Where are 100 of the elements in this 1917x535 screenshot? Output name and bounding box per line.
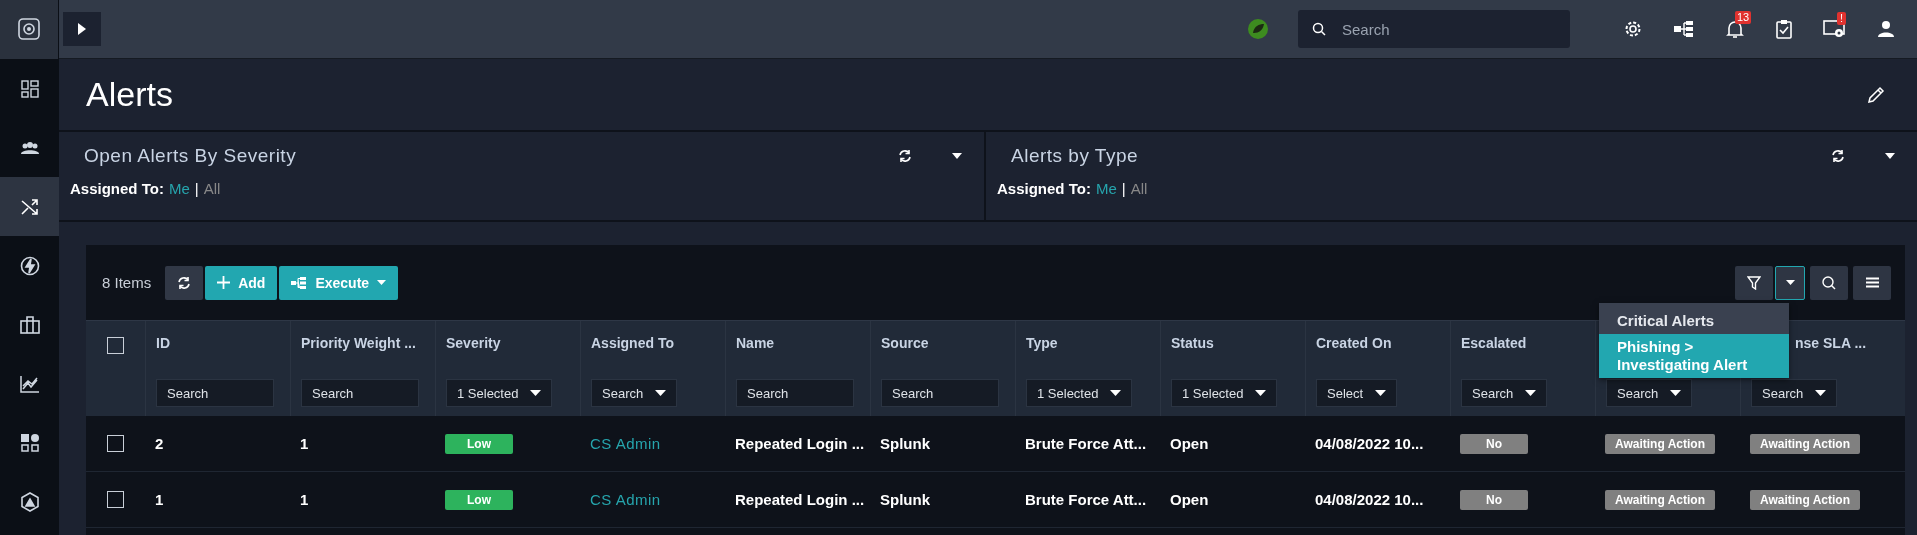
column-search-field[interactable]: Search: [736, 379, 854, 407]
table-cell: Open: [1170, 435, 1209, 452]
column-search-field[interactable]: Search: [881, 379, 999, 407]
column-filter-dropdown[interactable]: 1 Selected: [446, 379, 553, 407]
column-filter-dropdown[interactable]: 1 Selected: [1171, 379, 1278, 407]
refresh-icon[interactable]: [898, 149, 912, 163]
edit-icon[interactable]: [1867, 85, 1885, 104]
logo-icon[interactable]: [0, 0, 59, 59]
shuffle-icon[interactable]: [0, 177, 59, 236]
page-title: Alerts: [86, 75, 173, 114]
filter-dropdown-button[interactable]: [1775, 265, 1805, 300]
checkbox[interactable]: [107, 491, 124, 508]
caret-icon: [530, 390, 542, 396]
assigned-label: Assigned To:: [70, 180, 164, 197]
filter-button[interactable]: [1735, 265, 1773, 300]
search-button[interactable]: [1810, 265, 1848, 300]
assignee-link[interactable]: Me: [168, 180, 190, 197]
table-cell: Open: [1170, 491, 1209, 508]
caret-icon[interactable]: [952, 153, 962, 159]
column-filter-dropdown[interactable]: Search: [1751, 379, 1838, 407]
assignee-link[interactable]: All: [1130, 180, 1148, 197]
table-cell: 1: [300, 491, 309, 508]
table-cell: Splunk: [880, 435, 930, 452]
caret-icon: [1785, 280, 1795, 285]
column-header[interactable]: Type: [1026, 335, 1058, 351]
caret-icon: [1525, 390, 1537, 396]
caret-icon: [1815, 390, 1827, 396]
table-cell: 04/08/2022 10...: [1315, 491, 1424, 508]
widget-title: Open Alerts By Severity: [84, 145, 298, 167]
table-cell: 2: [155, 435, 164, 452]
checkbox[interactable]: [107, 337, 124, 354]
refresh-button[interactable]: [165, 265, 204, 300]
column-search-field[interactable]: Search: [156, 379, 274, 407]
notification-count: 13: [1735, 11, 1752, 24]
assignee-link[interactable]: All: [203, 180, 221, 197]
column-filter-dropdown[interactable]: Search: [1606, 379, 1693, 407]
settings-icon[interactable]: [1623, 19, 1643, 39]
column-header[interactable]: Priority Weight ...: [301, 335, 416, 351]
status-badge: Low: [445, 489, 513, 510]
column-header[interactable]: Escalated: [1461, 335, 1527, 351]
status-badge: No: [1460, 489, 1528, 510]
hierarchy-icon[interactable]: [1673, 20, 1695, 38]
table-cell: 1: [155, 491, 164, 508]
separator: |: [194, 180, 199, 197]
column-filter-dropdown[interactable]: 1 Selected: [1026, 379, 1133, 407]
play-icon: [77, 22, 87, 36]
status-badge: Awaiting Action: [1750, 489, 1860, 510]
hierarchy-icon: [291, 276, 308, 289]
caret-icon[interactable]: [1885, 153, 1895, 159]
monitor-gear-icon[interactable]: [1823, 19, 1847, 39]
caret-icon: [1670, 390, 1682, 396]
column-header[interactable]: Source: [881, 335, 929, 351]
table-cell: Splunk: [880, 491, 930, 508]
search-field[interactable]: Search: [1298, 10, 1570, 48]
bell-icon[interactable]: [1725, 19, 1745, 39]
menu-button[interactable]: [1853, 265, 1891, 300]
column-filter-dropdown[interactable]: Search: [591, 379, 678, 407]
clipboard-check-icon[interactable]: [1775, 19, 1793, 39]
status-badge: Low: [445, 433, 513, 454]
caret-icon: [1255, 390, 1267, 396]
status-badge: Awaiting Action: [1605, 489, 1715, 510]
table-cell: Brute Force Att...: [1025, 491, 1147, 508]
refresh-icon: [177, 275, 192, 290]
refresh-icon[interactable]: [1831, 149, 1845, 163]
caret-icon: [655, 390, 667, 396]
table-cell: Repeated Login ...: [735, 435, 865, 452]
assignee-link[interactable]: Me: [1095, 180, 1117, 197]
separator: |: [1121, 180, 1126, 197]
column-header[interactable]: Status: [1171, 335, 1214, 351]
search-icon: [1822, 275, 1836, 290]
item-count: 8 Items: [102, 274, 152, 291]
status-badge: Awaiting Action: [1605, 433, 1715, 454]
caret-icon: [1110, 390, 1122, 396]
column-search-field[interactable]: Search: [301, 379, 419, 407]
assignee-link[interactable]: CS Admin: [590, 491, 661, 508]
checkbox[interactable]: [107, 435, 124, 452]
leaf-icon[interactable]: [1247, 18, 1269, 40]
caret-icon: [1375, 390, 1387, 396]
column-header[interactable]: ID: [156, 335, 170, 351]
user-icon[interactable]: [1877, 20, 1895, 38]
table-cell: Repeated Login ...: [735, 491, 865, 508]
assignee-link[interactable]: CS Admin: [590, 435, 661, 452]
status-badge: No: [1460, 433, 1528, 454]
column-header[interactable]: Created On: [1316, 335, 1392, 351]
column-filter-dropdown[interactable]: Select: [1316, 379, 1398, 407]
column-header[interactable]: Name: [736, 335, 775, 351]
column-header[interactable]: Assigned To: [591, 335, 674, 351]
widget-title: Alerts by Type: [1011, 145, 1140, 167]
expand-button[interactable]: [63, 12, 101, 46]
table-cell: Brute Force Att...: [1025, 435, 1147, 452]
column-header[interactable]: Severity: [446, 335, 501, 351]
search-icon: [1312, 22, 1326, 36]
filter-icon: [1747, 275, 1761, 290]
menu-icon: [1865, 277, 1879, 288]
assigned-label: Assigned To:: [997, 180, 1091, 197]
plus-icon: [217, 276, 231, 289]
filter-menu-item[interactable]: Critical Alerts: [1599, 308, 1789, 334]
column-filter-dropdown[interactable]: Search: [1461, 379, 1548, 407]
table-cell: 1: [300, 435, 309, 452]
status-badge: Awaiting Action: [1750, 433, 1860, 454]
